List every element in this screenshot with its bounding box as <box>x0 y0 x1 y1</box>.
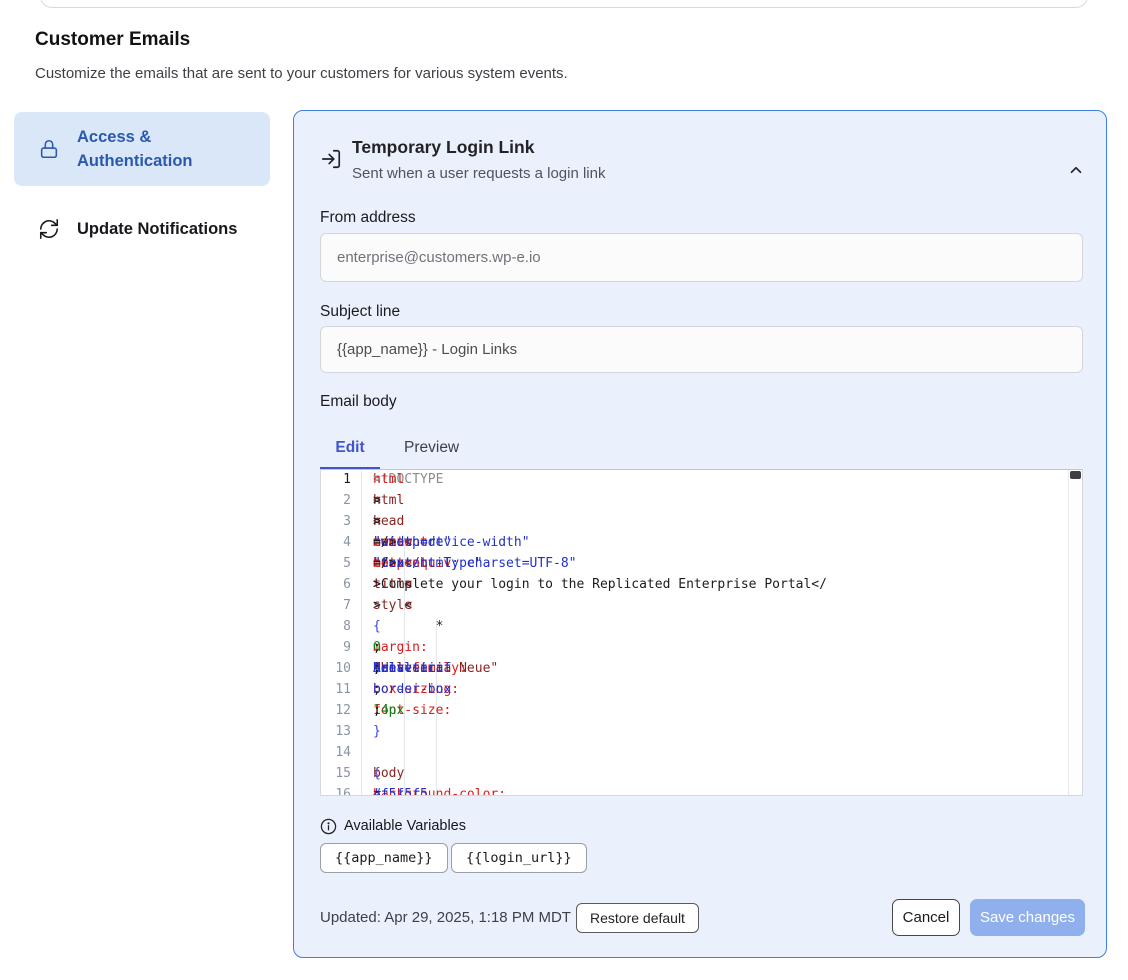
previous-card-bottom-edge <box>40 0 1088 8</box>
tab-edit[interactable]: Edit <box>320 429 380 467</box>
code-editor-gutter: 12345678910111213141516 <box>321 470 362 795</box>
lock-icon <box>38 138 60 160</box>
subject-line-label: Subject line <box>320 303 400 321</box>
code-lines: <!DOCTYPE html><html><head> <meta name="… <box>363 470 1068 795</box>
refresh-icon <box>38 218 60 240</box>
sidebar-item-label: Update Notifications <box>77 217 237 241</box>
from-address-input[interactable] <box>320 233 1083 282</box>
page-title: Customer Emails <box>35 29 190 51</box>
updated-timestamp: Updated: Apr 29, 2025, 1:18 PM MDT <box>320 909 571 926</box>
temporary-login-link-card: Temporary Login Link Sent when a user re… <box>293 110 1107 958</box>
section-title: Temporary Login Link <box>352 137 534 158</box>
variable-chip-login-url[interactable]: {{login_url}} <box>451 843 587 873</box>
sidebar-item-label: Access & Authentication <box>77 125 256 173</box>
subject-line-input[interactable] <box>320 326 1083 373</box>
tab-preview[interactable]: Preview <box>388 429 475 467</box>
sidebar-item-update-notifications[interactable]: Update Notifications <box>14 206 270 252</box>
from-address-label: From address <box>320 209 416 227</box>
editor-scrollbar-thumb[interactable] <box>1070 471 1081 479</box>
save-changes-button[interactable]: Save changes <box>970 899 1085 936</box>
section-subtitle: Sent when a user requests a login link <box>352 165 605 182</box>
collapse-section-button[interactable] <box>1052 147 1082 175</box>
cancel-button[interactable]: Cancel <box>892 899 960 936</box>
variable-chip-app-name[interactable]: {{app_name}} <box>320 843 448 873</box>
page-subtitle: Customize the emails that are sent to yo… <box>35 65 568 82</box>
available-variables-label: Available Variables <box>344 818 466 834</box>
restore-default-button[interactable]: Restore default <box>576 903 699 933</box>
sidebar-item-access-authentication[interactable]: Access & Authentication <box>14 112 270 186</box>
code-editor[interactable]: 12345678910111213141516 <!DOCTYPE html><… <box>320 469 1083 796</box>
editor-scrollbar[interactable] <box>1068 470 1082 795</box>
email-body-tabs: Edit Preview <box>320 429 475 467</box>
email-body-label: Email body <box>320 393 397 411</box>
